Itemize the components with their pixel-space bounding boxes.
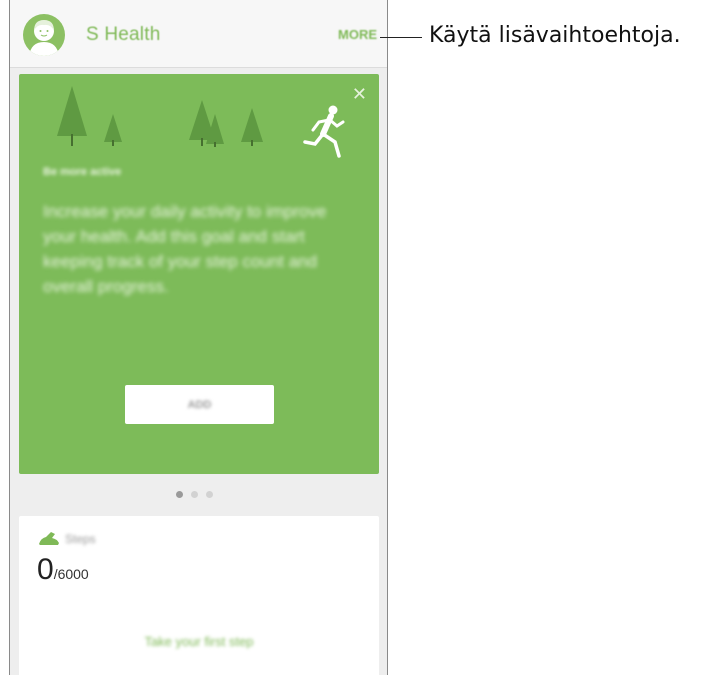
page-dot-active[interactable] bbox=[176, 491, 183, 498]
steps-label: Steps bbox=[65, 532, 96, 546]
steps-goal: /6000 bbox=[53, 566, 89, 582]
profile-avatar[interactable] bbox=[23, 14, 65, 56]
callout-line bbox=[380, 37, 422, 38]
goal-description: Increase your daily activity to improve … bbox=[43, 202, 327, 296]
page-dot[interactable] bbox=[206, 491, 213, 498]
person-icon bbox=[29, 20, 59, 56]
runner-icon bbox=[303, 105, 345, 158]
shoe-icon bbox=[39, 532, 59, 545]
goal-card: ✕ Be more active Increase your daily act… bbox=[19, 74, 379, 474]
page-dot[interactable] bbox=[191, 491, 198, 498]
app-bar: S Health MORE bbox=[10, 0, 387, 68]
phone-screen: S Health MORE ✕ Be more active Increase … bbox=[9, 0, 388, 675]
more-button[interactable]: MORE bbox=[338, 27, 377, 42]
steps-current: 0 bbox=[37, 553, 54, 586]
goal-title: Be more active bbox=[43, 166, 122, 178]
add-goal-button[interactable]: ADD bbox=[125, 385, 274, 424]
steps-card[interactable]: Steps 0/6000 Take your first step bbox=[19, 516, 379, 675]
steps-count: 0/6000 bbox=[37, 553, 89, 587]
app-title: S Health bbox=[86, 24, 161, 45]
add-goal-label: ADD bbox=[187, 398, 212, 411]
close-icon[interactable]: ✕ bbox=[352, 84, 367, 105]
first-step-hint: Take your first step bbox=[144, 634, 254, 649]
callout-text: Käytä lisävaihtoehtoja. bbox=[429, 23, 681, 48]
page-indicator bbox=[176, 491, 213, 498]
